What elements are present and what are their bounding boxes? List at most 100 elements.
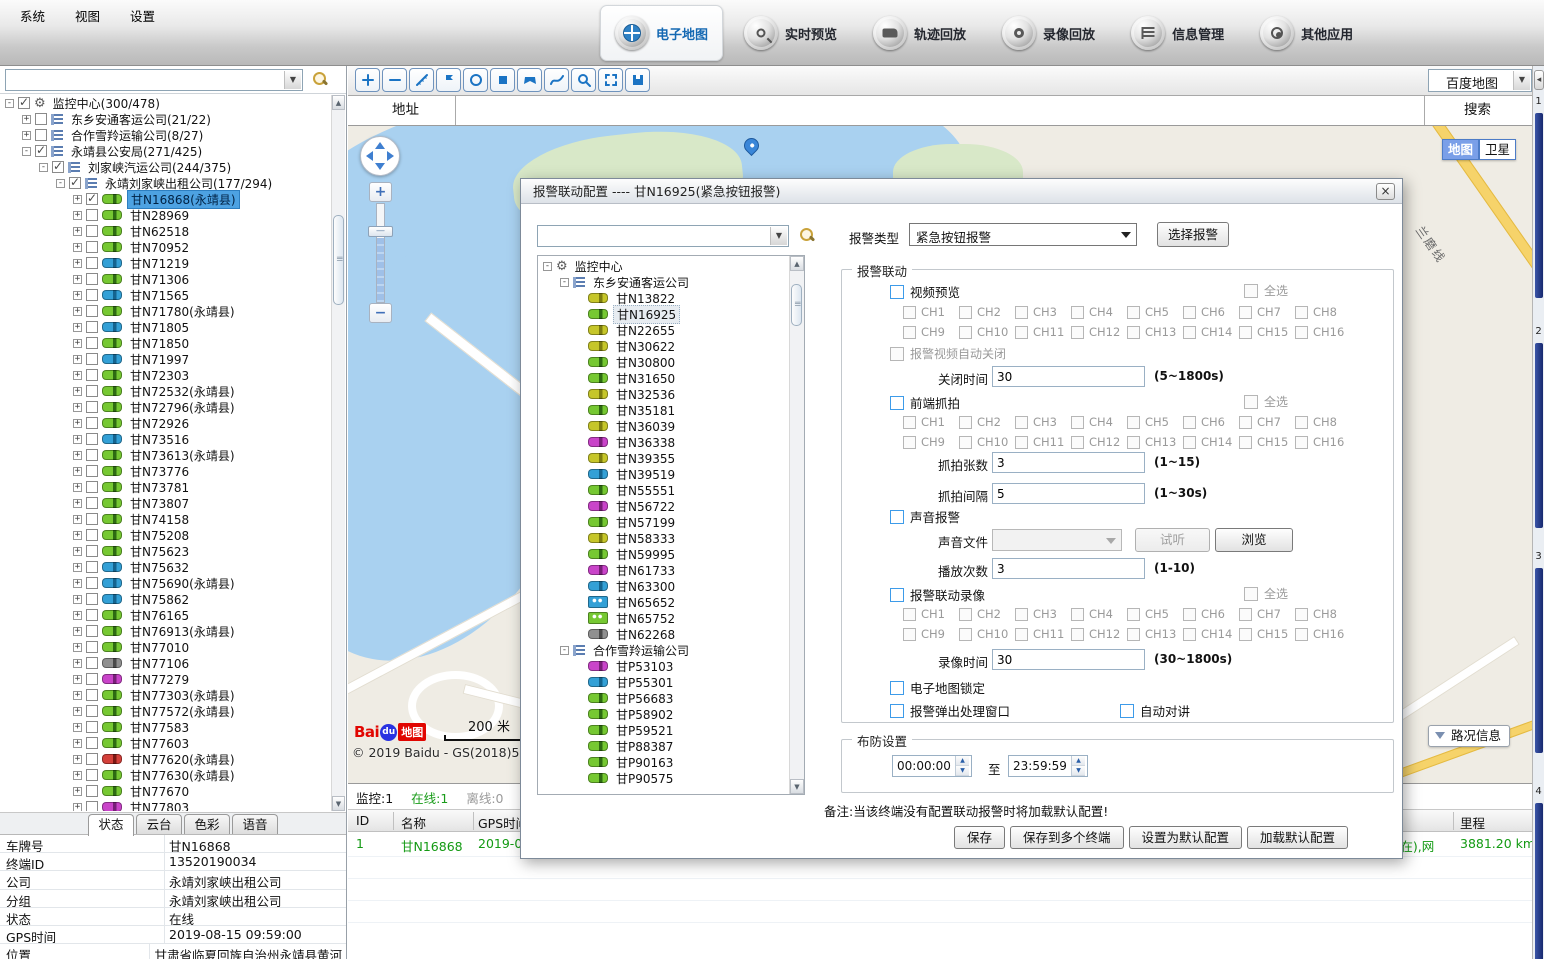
circle-tool-icon[interactable] xyxy=(463,68,488,92)
tree-expander-icon[interactable]: + xyxy=(22,131,31,140)
tree-checkbox[interactable] xyxy=(86,289,98,301)
tree-expander-icon[interactable]: + xyxy=(73,627,82,636)
tree-expander-icon[interactable]: + xyxy=(73,675,82,684)
tree-node[interactable]: +甘N71850 xyxy=(1,335,331,351)
tree-expander-icon[interactable]: + xyxy=(73,419,82,428)
tree-node[interactable]: 甘N22655 xyxy=(539,322,789,338)
tree-expander-icon[interactable]: + xyxy=(73,435,82,444)
tree-checkbox[interactable] xyxy=(86,241,98,253)
tree-node[interactable]: +甘N73516 xyxy=(1,431,331,447)
snap-interval-input[interactable] xyxy=(992,483,1145,504)
tree-checkbox[interactable] xyxy=(86,305,98,317)
play-count-input[interactable] xyxy=(992,558,1145,579)
tree-node[interactable]: 甘N32536 xyxy=(539,386,789,402)
tree-scrollbar[interactable]: ▲ ▼ xyxy=(331,95,345,811)
tree-node[interactable]: +甘N73781 xyxy=(1,479,331,495)
tree-checkbox[interactable] xyxy=(86,513,98,525)
tree-checkbox[interactable] xyxy=(86,433,98,445)
tab-云台[interactable]: 云台 xyxy=(136,814,182,835)
tree-node[interactable]: +甘N76913(永靖县) xyxy=(1,623,331,639)
tree-checkbox[interactable] xyxy=(86,705,98,717)
channel-checkbox[interactable] xyxy=(1015,628,1028,641)
tree-expander-icon[interactable]: + xyxy=(73,755,82,764)
tree-checkbox[interactable] xyxy=(86,321,98,333)
tree-node[interactable]: 甘P56683 xyxy=(539,690,789,706)
tree-node[interactable]: 甘N56722 xyxy=(539,498,789,514)
channel-checkbox[interactable] xyxy=(1127,608,1140,621)
tree-node[interactable]: +甘N71306 xyxy=(1,271,331,287)
tree-node[interactable]: +甘N72303 xyxy=(1,367,331,383)
tree-node[interactable]: 甘N31650 xyxy=(539,370,789,386)
tree-expander-icon[interactable]: + xyxy=(73,499,82,508)
tree-node[interactable]: -永靖县公安局(271/425) xyxy=(1,143,331,159)
tree-node[interactable]: +甘N77583 xyxy=(1,719,331,735)
save-multi-button[interactable]: 保存到多个终端 xyxy=(1010,826,1124,849)
channel-checkbox[interactable] xyxy=(1127,306,1140,319)
tree-node[interactable]: +甘N16868(永靖县) xyxy=(1,191,331,207)
tree-checkbox[interactable] xyxy=(86,801,98,811)
tree-node[interactable]: +甘N77010 xyxy=(1,639,331,655)
tree-expander-icon[interactable]: + xyxy=(73,259,82,268)
tree-node[interactable]: +甘N77603 xyxy=(1,735,331,751)
layer-map-button[interactable]: 地图 xyxy=(1442,139,1479,160)
polyline-tool-icon[interactable] xyxy=(544,68,569,92)
tree-node[interactable]: 甘P53103 xyxy=(539,658,789,674)
rectangle-tool-icon[interactable] xyxy=(490,68,515,92)
popup-window-checkbox[interactable] xyxy=(890,704,904,718)
tree-expander-icon[interactable]: + xyxy=(73,291,82,300)
snapshot-checkbox[interactable] xyxy=(890,396,904,410)
tree-checkbox[interactable] xyxy=(86,225,98,237)
tree-checkbox[interactable] xyxy=(86,625,98,637)
strip-panel-bar[interactable] xyxy=(1535,113,1543,298)
layer-satellite-button[interactable]: 卫星 xyxy=(1479,139,1516,160)
browse-button[interactable]: 浏览 xyxy=(1215,528,1293,552)
fullscreen-tool-icon[interactable] xyxy=(598,68,623,92)
tab-色彩[interactable]: 色彩 xyxy=(184,814,230,835)
tree-expander-icon[interactable]: + xyxy=(73,275,82,284)
strip-panel-bar[interactable] xyxy=(1535,343,1543,528)
tree-node[interactable]: 甘N55551 xyxy=(539,482,789,498)
channel-checkbox[interactable] xyxy=(1015,436,1028,449)
tree-expander-icon[interactable]: - xyxy=(39,163,48,172)
tree-expander-icon[interactable]: + xyxy=(73,339,82,348)
select-all-checkbox[interactable] xyxy=(1244,284,1258,298)
tree-checkbox[interactable] xyxy=(86,577,98,589)
tree-node[interactable]: +东乡安通客运公司(21/22) xyxy=(1,111,331,127)
tree-node[interactable]: 甘N36338 xyxy=(539,434,789,450)
channel-checkbox[interactable] xyxy=(1295,326,1308,339)
spin-down-icon[interactable]: ▼ xyxy=(1072,766,1085,776)
tree-checkbox[interactable] xyxy=(86,193,98,205)
traffic-info-button[interactable]: 路况信息 xyxy=(1428,725,1510,747)
tree-node[interactable]: +甘N77670 xyxy=(1,783,331,799)
tree-expander-icon[interactable]: + xyxy=(73,547,82,556)
tree-node[interactable]: 甘N62268 xyxy=(539,626,789,642)
tab-状态[interactable]: 状态 xyxy=(88,814,134,836)
address-input[interactable] xyxy=(457,98,1423,123)
tree-checkbox[interactable] xyxy=(86,785,98,797)
tree-node[interactable]: 甘N39519 xyxy=(539,466,789,482)
tree-checkbox[interactable] xyxy=(86,641,98,653)
channel-checkbox[interactable] xyxy=(1183,436,1196,449)
channel-checkbox[interactable] xyxy=(1071,306,1084,319)
channel-checkbox[interactable] xyxy=(959,608,972,621)
tree-node[interactable]: 甘N61733 xyxy=(539,562,789,578)
tree-node[interactable]: +甘N77620(永靖县) xyxy=(1,751,331,767)
search-button[interactable]: 搜索 xyxy=(1424,96,1530,125)
channel-checkbox[interactable] xyxy=(1295,608,1308,621)
menu-item-系统[interactable]: 系统 xyxy=(6,4,59,24)
tree-node[interactable]: 甘N58333 xyxy=(539,530,789,546)
nav-button-3[interactable]: 轨迹回放 xyxy=(858,5,981,61)
zoom-slider-handle[interactable]: — xyxy=(368,226,393,237)
channel-checkbox[interactable] xyxy=(1239,416,1252,429)
channel-checkbox[interactable] xyxy=(959,628,972,641)
pan-up-icon[interactable] xyxy=(375,142,385,149)
load-default-button[interactable]: 加载默认配置 xyxy=(1247,826,1348,849)
zoom-out-icon[interactable] xyxy=(382,68,407,92)
channel-checkbox[interactable] xyxy=(1071,608,1084,621)
tree-node[interactable]: +甘N72926 xyxy=(1,415,331,431)
channel-checkbox[interactable] xyxy=(959,306,972,319)
sound-alarm-checkbox[interactable] xyxy=(890,510,904,524)
tree-expander-icon[interactable]: - xyxy=(22,147,31,156)
polygon-tool-icon[interactable] xyxy=(517,68,542,92)
tree-checkbox[interactable] xyxy=(86,481,98,493)
